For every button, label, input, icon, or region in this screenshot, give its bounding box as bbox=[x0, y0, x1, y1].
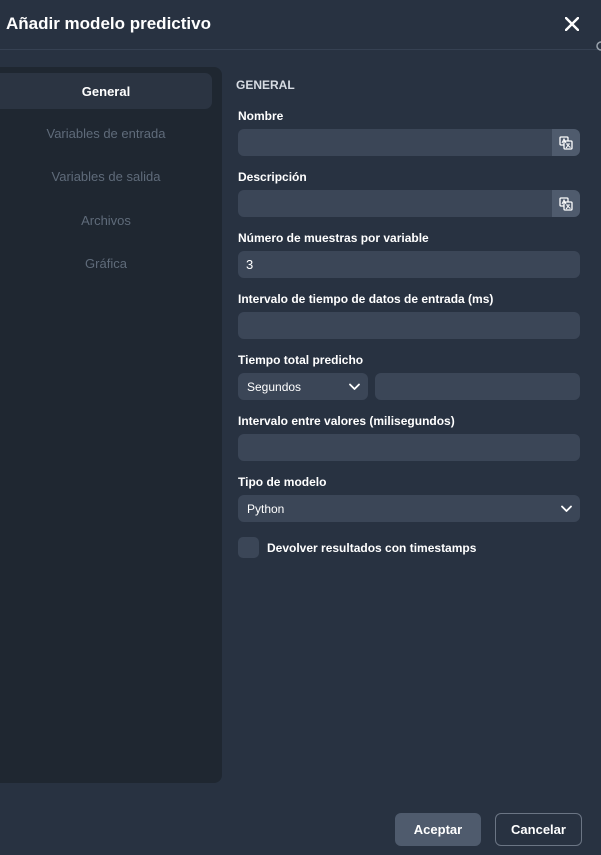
nombre-translate-button[interactable] bbox=[552, 129, 580, 156]
intervalo-valores-input[interactable] bbox=[238, 434, 580, 461]
sidebar-item-grafica[interactable]: Gráfica bbox=[0, 245, 212, 281]
cancel-button[interactable]: Cancelar bbox=[495, 813, 582, 846]
dialog-title: Añadir modelo predictivo bbox=[6, 14, 211, 33]
intervalo-valores-label: Intervalo entre valores (milisegundos) bbox=[238, 414, 455, 428]
tiempo-total-label: Tiempo total predicho bbox=[238, 353, 364, 367]
tiempo-unit-select[interactable]: Segundos bbox=[238, 373, 368, 400]
descripcion-label: Descripción bbox=[238, 170, 307, 184]
close-icon bbox=[565, 17, 579, 31]
chevron-down-icon bbox=[349, 383, 360, 390]
nombre-label: Nombre bbox=[238, 109, 284, 123]
add-predictive-model-dialog: Añadir modelo predictivo General Variabl… bbox=[0, 0, 601, 855]
intervalo-entrada-input[interactable] bbox=[238, 312, 580, 339]
sidebar-item-general[interactable]: General bbox=[0, 73, 212, 109]
tiempo-total-input[interactable] bbox=[375, 373, 580, 400]
sidebar: General Variables de entrada Variables d… bbox=[0, 67, 222, 783]
muestras-input[interactable] bbox=[238, 251, 580, 278]
timestamps-checkbox[interactable] bbox=[238, 537, 259, 558]
timestamps-label: Devolver resultados con timestamps bbox=[267, 541, 477, 555]
descripcion-translate-button[interactable] bbox=[552, 190, 580, 217]
section-title: GENERAL bbox=[236, 78, 295, 92]
sidebar-item-archivos[interactable]: Archivos bbox=[0, 202, 212, 238]
close-button[interactable] bbox=[560, 12, 584, 36]
descripcion-input[interactable] bbox=[238, 190, 552, 217]
dialog-header: Añadir modelo predictivo bbox=[0, 0, 601, 50]
intervalo-entrada-label: Intervalo de tiempo de datos de entrada … bbox=[238, 292, 494, 306]
translate-icon bbox=[559, 135, 573, 150]
tipo-modelo-label: Tipo de modelo bbox=[238, 475, 327, 489]
chevron-down-icon bbox=[561, 505, 572, 512]
sidebar-item-variables-salida[interactable]: Variables de salida bbox=[0, 158, 212, 194]
tiempo-unit-value: Segundos bbox=[247, 379, 302, 394]
nombre-input[interactable] bbox=[238, 129, 552, 156]
muestras-label: Número de muestras por variable bbox=[238, 231, 429, 245]
accept-button[interactable]: Aceptar bbox=[395, 813, 481, 846]
translate-icon bbox=[559, 196, 573, 211]
window-edge-marker bbox=[596, 38, 601, 51]
tipo-modelo-value: Python bbox=[247, 501, 285, 516]
tipo-modelo-select[interactable]: Python bbox=[238, 495, 580, 522]
sidebar-item-variables-entrada[interactable]: Variables de entrada bbox=[0, 115, 212, 151]
